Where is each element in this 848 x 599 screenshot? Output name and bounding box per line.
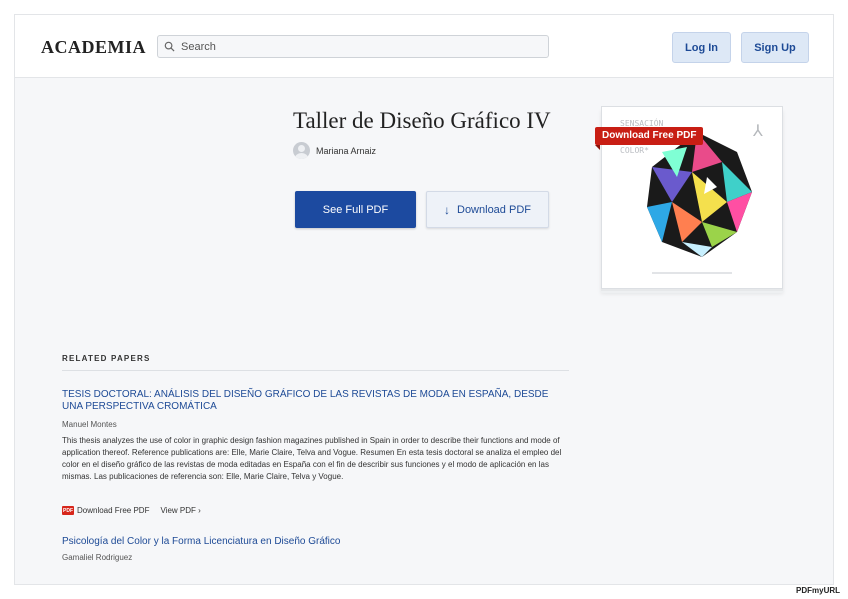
- search-input[interactable]: [181, 40, 541, 53]
- thumbnail-cover-art: [647, 132, 752, 257]
- pdf-file-icon: PDF: [62, 506, 74, 515]
- document-title: Taller de Diseño Gráfico IV: [293, 108, 551, 133]
- thumbnail-caption-line: [652, 272, 732, 274]
- related-paper-title[interactable]: TESIS DOCTORAL: ANÁLISIS DEL DISEÑO GRÁF…: [62, 389, 562, 413]
- related-paper-actions: PDF Download Free PDF View PDF ›: [62, 506, 201, 515]
- download-pdf-label: Download PDF: [457, 203, 531, 216]
- related-paper-title[interactable]: Psicología del Color y la Forma Licencia…: [62, 536, 340, 547]
- pdfmyurl-watermark: PDFmyURL: [796, 586, 841, 595]
- page-frame: ACADEMIA Log In Sign Up Taller de Diseño…: [14, 14, 834, 585]
- download-arrow-icon: ↓: [444, 202, 450, 217]
- avatar: [293, 142, 310, 159]
- related-paper-author[interactable]: Gamaliel Rodriguez: [62, 553, 132, 562]
- see-full-pdf-button[interactable]: See Full PDF: [295, 191, 416, 228]
- academia-logo[interactable]: ACADEMIA: [41, 37, 146, 58]
- related-papers-heading: RELATED PAPERS: [62, 354, 151, 363]
- related-paper-abstract: This thesis analyzes the use of color in…: [62, 436, 562, 481]
- download-pdf-button[interactable]: ↓ Download PDF: [426, 191, 549, 228]
- signup-button[interactable]: Sign Up: [741, 32, 809, 63]
- divider: [62, 370, 569, 371]
- acrobat-icon: ⅄: [753, 123, 763, 140]
- search-box[interactable]: [157, 35, 549, 58]
- search-icon: [164, 41, 175, 52]
- login-button[interactable]: Log In: [672, 32, 731, 63]
- view-pdf-link[interactable]: View PDF ›: [160, 506, 200, 515]
- related-paper-author[interactable]: Manuel Montes: [62, 420, 117, 429]
- download-free-pdf-badge[interactable]: Download Free PDF: [595, 127, 704, 150]
- author-name[interactable]: Mariana Arnaiz: [316, 146, 376, 156]
- download-free-pdf-link[interactable]: Download Free PDF: [77, 506, 149, 515]
- author-block[interactable]: Mariana Arnaiz: [293, 142, 376, 159]
- top-navbar: ACADEMIA Log In Sign Up: [15, 15, 833, 78]
